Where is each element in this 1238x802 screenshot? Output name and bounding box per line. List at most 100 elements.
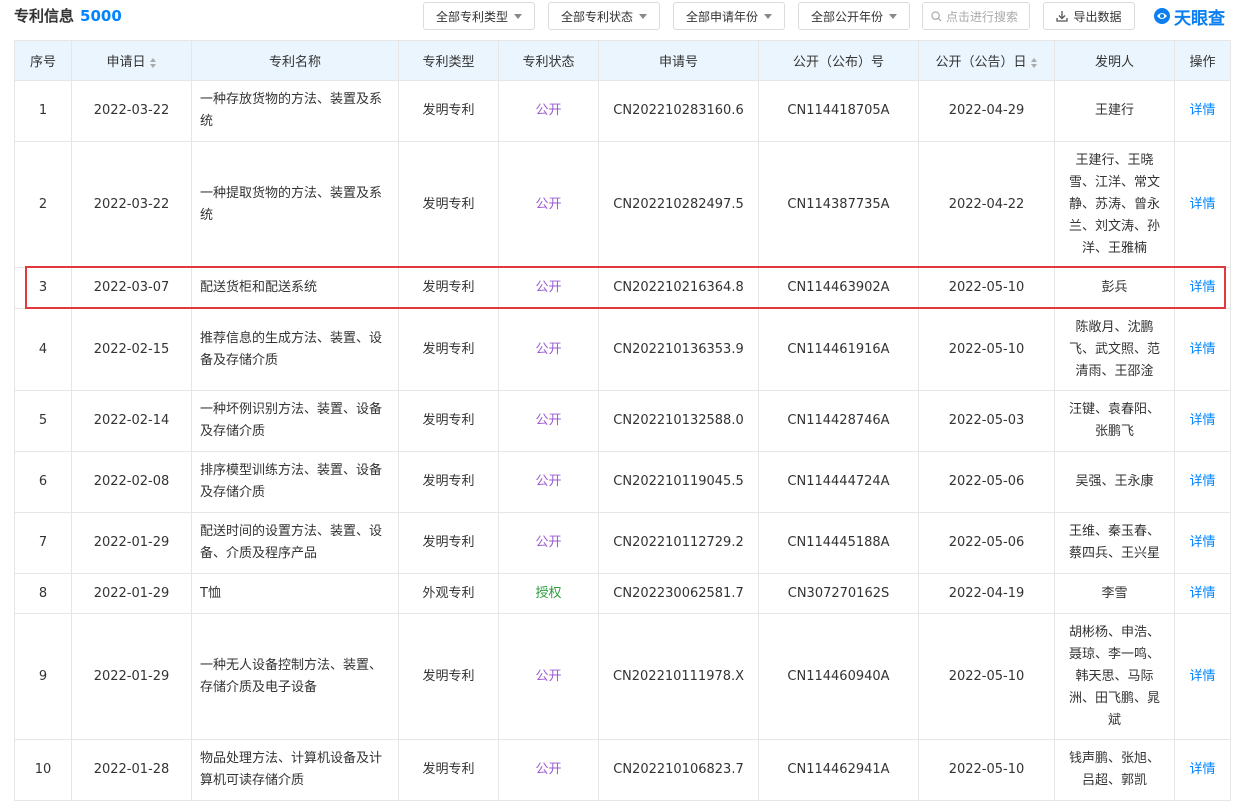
filter-application-year[interactable]: 全部申请年份 bbox=[673, 2, 785, 30]
cell-inventor: 陈敞月、沈鹏飞、武文照、范清雨、王邵淦 bbox=[1054, 308, 1175, 391]
cell-status: 公开 bbox=[498, 80, 599, 142]
cell-type: 发明专利 bbox=[398, 739, 499, 801]
table-row: 8 2022-01-29 T恤 外观专利 授权 CN202230062581.7… bbox=[14, 573, 1231, 614]
cell-type: 发明专利 bbox=[398, 451, 499, 513]
brand-text: 天眼查 bbox=[1174, 8, 1225, 29]
cell-inventor: 胡彬杨、申浩、聂琼、李一鸣、韩天思、马际洲、田飞鹏、晁斌 bbox=[1054, 613, 1175, 740]
cell-no: 9 bbox=[14, 613, 72, 740]
cell-app-no: CN202210111978.X bbox=[598, 613, 759, 740]
cell-pub-date: 2022-05-10 bbox=[918, 613, 1055, 740]
col-header-name: 专利名称 bbox=[191, 40, 399, 81]
detail-link[interactable]: 详情 bbox=[1174, 613, 1231, 740]
filter-label: 全部公开年份 bbox=[810, 9, 883, 24]
table-row: 6 2022-02-08 排序模型训练方法、装置、设备及存储介质 发明专利 公开… bbox=[14, 451, 1231, 513]
cell-status: 公开 bbox=[498, 451, 599, 513]
cell-pub-no: CN114428746A bbox=[758, 390, 919, 452]
patent-count: 5000 bbox=[80, 7, 122, 25]
cell-pub-date: 2022-04-29 bbox=[918, 80, 1055, 142]
cell-date: 2022-03-22 bbox=[71, 80, 192, 142]
table-row: 1 2022-03-22 一种存放货物的方法、装置及系统 发明专利 公开 CN2… bbox=[14, 80, 1231, 142]
caret-down-icon bbox=[514, 13, 522, 19]
cell-name: 一种提取货物的方法、装置及系统 bbox=[191, 141, 399, 268]
cell-type: 发明专利 bbox=[398, 613, 499, 740]
page-title: 专利信息 5000 bbox=[14, 5, 122, 26]
col-label: 申请日 bbox=[106, 55, 146, 70]
cell-name: 推荐信息的生成方法、装置、设备及存储介质 bbox=[191, 308, 399, 391]
filter-label: 全部专利状态 bbox=[560, 9, 633, 24]
cell-status: 授权 bbox=[498, 573, 599, 614]
cell-pub-no: CN114445188A bbox=[758, 512, 919, 574]
col-header-status: 专利状态 bbox=[498, 40, 599, 81]
cell-pub-date: 2022-05-10 bbox=[918, 308, 1055, 391]
table-row: 7 2022-01-29 配送时间的设置方法、装置、设备、介质及程序产品 发明专… bbox=[14, 512, 1231, 574]
col-header-no: 序号 bbox=[14, 40, 72, 81]
detail-link[interactable]: 详情 bbox=[1174, 308, 1231, 391]
cell-name: 配送货柜和配送系统 bbox=[191, 267, 399, 309]
detail-link[interactable]: 详情 bbox=[1174, 390, 1231, 452]
cell-pub-no: CN114387735A bbox=[758, 141, 919, 268]
cell-inventor: 王建行、王晓雪、江洋、常文静、苏涛、曾永兰、刘文涛、孙洋、王雅楠 bbox=[1054, 141, 1175, 268]
cell-name: 一种存放货物的方法、装置及系统 bbox=[191, 80, 399, 142]
export-label: 导出数据 bbox=[1073, 9, 1122, 24]
title-text: 专利信息 bbox=[14, 7, 75, 25]
filter-publication-year[interactable]: 全部公开年份 bbox=[798, 2, 910, 30]
cell-type: 外观专利 bbox=[398, 573, 499, 614]
cell-app-no: CN202210216364.8 bbox=[598, 267, 759, 309]
cell-name: 配送时间的设置方法、装置、设备、介质及程序产品 bbox=[191, 512, 399, 574]
filter-patent-type[interactable]: 全部专利类型 bbox=[423, 2, 535, 30]
logo-icon bbox=[1154, 8, 1170, 24]
col-header-pub-no: 公开（公布）号 bbox=[758, 40, 919, 81]
cell-inventor: 彭兵 bbox=[1054, 267, 1175, 309]
cell-app-no: CN202210132588.0 bbox=[598, 390, 759, 452]
cell-no: 3 bbox=[14, 267, 72, 309]
caret-down-icon bbox=[639, 13, 647, 19]
detail-link[interactable]: 详情 bbox=[1174, 141, 1231, 268]
filter-label: 全部专利类型 bbox=[435, 9, 508, 24]
table-row: 3 2022-03-07 配送货柜和配送系统 发明专利 公开 CN2022102… bbox=[14, 267, 1231, 309]
sort-icon[interactable] bbox=[149, 57, 157, 68]
cell-name: 物品处理方法、计算机设备及计算机可读存储介质 bbox=[191, 739, 399, 801]
cell-pub-date: 2022-04-19 bbox=[918, 573, 1055, 614]
detail-link[interactable]: 详情 bbox=[1174, 512, 1231, 574]
brand-logo: 天眼查 bbox=[1153, 4, 1225, 29]
cell-inventor: 李雪 bbox=[1054, 573, 1175, 614]
cell-date: 2022-02-14 bbox=[71, 390, 192, 452]
cell-pub-date: 2022-05-10 bbox=[918, 739, 1055, 801]
cell-pub-no: CN307270162S bbox=[758, 573, 919, 614]
search-placeholder: 点击进行搜索 bbox=[946, 9, 1019, 24]
cell-date: 2022-02-15 bbox=[71, 308, 192, 391]
cell-type: 发明专利 bbox=[398, 80, 499, 142]
table-row: 4 2022-02-15 推荐信息的生成方法、装置、设备及存储介质 发明专利 公… bbox=[14, 308, 1231, 391]
detail-link[interactable]: 详情 bbox=[1174, 267, 1231, 309]
detail-link[interactable]: 详情 bbox=[1174, 80, 1231, 142]
cell-date: 2022-01-29 bbox=[71, 613, 192, 740]
detail-link[interactable]: 详情 bbox=[1174, 573, 1231, 614]
cell-status: 公开 bbox=[498, 512, 599, 574]
detail-link[interactable]: 详情 bbox=[1174, 739, 1231, 801]
col-header-date[interactable]: 申请日 bbox=[71, 40, 192, 81]
cell-date: 2022-03-22 bbox=[71, 141, 192, 268]
cell-date: 2022-01-29 bbox=[71, 512, 192, 574]
cell-inventor: 王维、秦玉春、蔡四兵、王兴星 bbox=[1054, 512, 1175, 574]
col-header-pub-date[interactable]: 公开（公告）日 bbox=[918, 40, 1055, 81]
col-header-inventor: 发明人 bbox=[1054, 40, 1175, 81]
cell-no: 10 bbox=[14, 739, 72, 801]
cell-status: 公开 bbox=[498, 739, 599, 801]
cell-app-no: CN202210282497.5 bbox=[598, 141, 759, 268]
cell-pub-date: 2022-05-06 bbox=[918, 451, 1055, 513]
detail-link[interactable]: 详情 bbox=[1174, 451, 1231, 513]
sort-icon[interactable] bbox=[1030, 57, 1038, 68]
cell-app-no: CN202230062581.7 bbox=[598, 573, 759, 614]
cell-pub-date: 2022-04-22 bbox=[918, 141, 1055, 268]
cell-pub-no: CN114418705A bbox=[758, 80, 919, 142]
cell-inventor: 汪键、袁春阳、张鹏飞 bbox=[1054, 390, 1175, 452]
export-button[interactable]: 导出数据 bbox=[1043, 2, 1135, 30]
filter-patent-status[interactable]: 全部专利状态 bbox=[548, 2, 660, 30]
cell-status: 公开 bbox=[498, 267, 599, 309]
cell-no: 8 bbox=[14, 573, 72, 614]
cell-date: 2022-01-28 bbox=[71, 739, 192, 801]
cell-type: 发明专利 bbox=[398, 308, 499, 391]
cell-type: 发明专利 bbox=[398, 141, 499, 268]
search-input[interactable]: 点击进行搜索 bbox=[922, 2, 1030, 30]
cell-name: 排序模型训练方法、装置、设备及存储介质 bbox=[191, 451, 399, 513]
